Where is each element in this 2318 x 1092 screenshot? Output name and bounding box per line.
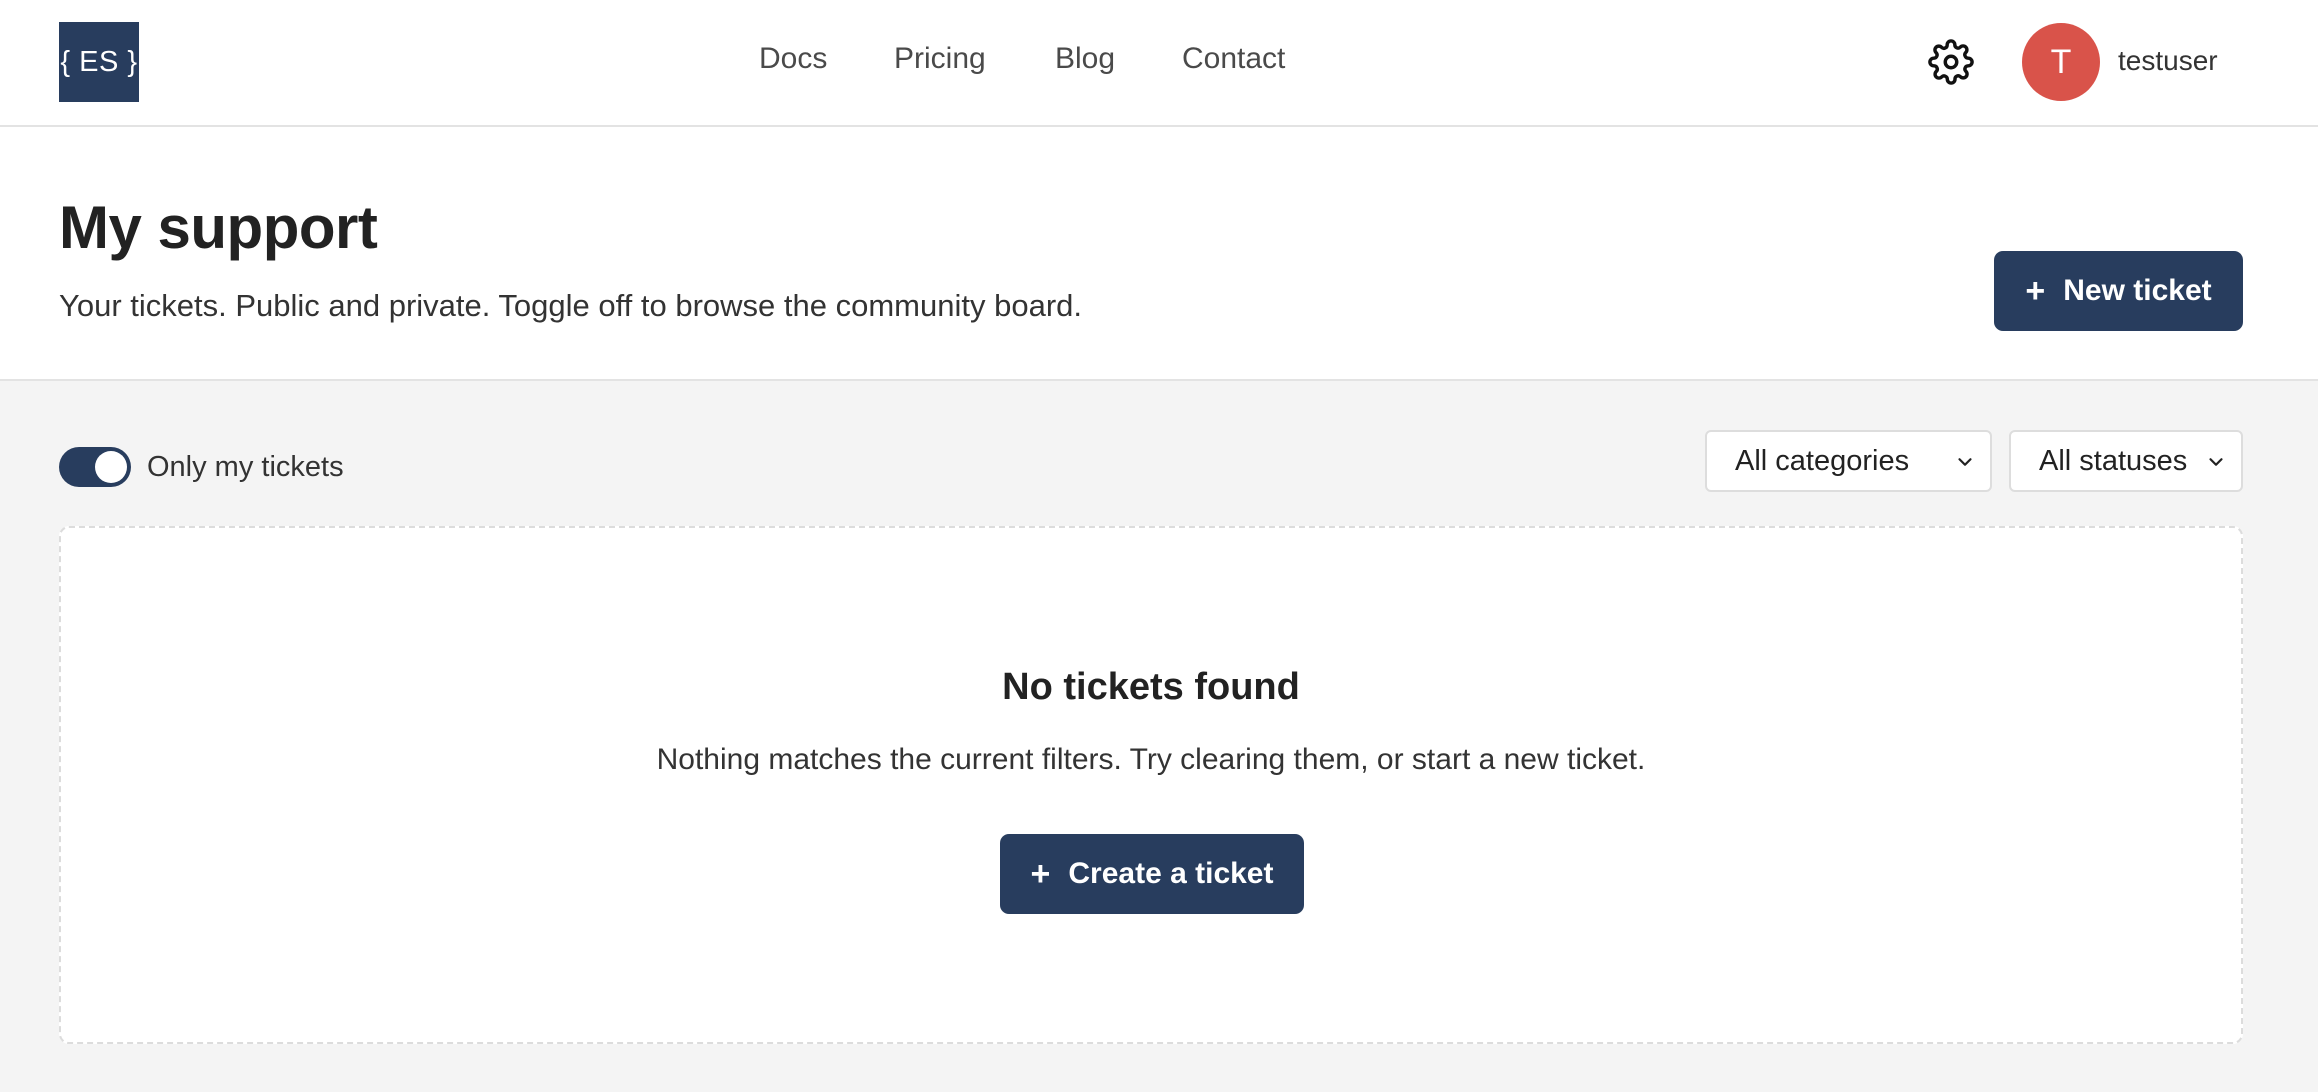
empty-state-description: Nothing matches the current filters. Try…: [656, 743, 1646, 776]
toggle-label: Only my tickets: [147, 450, 344, 483]
toggle-knob: [95, 451, 127, 483]
nav-link-contact[interactable]: Contact: [1182, 42, 1285, 76]
empty-state-title: No tickets found: [1002, 666, 1300, 708]
nav-link-docs[interactable]: Docs: [759, 42, 827, 76]
toggle-switch[interactable]: [59, 447, 131, 487]
nav-link-blog[interactable]: Blog: [1055, 42, 1115, 76]
avatar[interactable]: T: [2022, 23, 2100, 101]
chevron-down-icon: [1958, 458, 1972, 466]
top-navbar: { ES } Docs Pricing Blog Contact T testu…: [0, 0, 2318, 127]
status-select-value: All statuses: [2039, 444, 2188, 477]
plus-icon: +: [1030, 855, 1051, 893]
plus-icon: +: [2025, 272, 2046, 310]
status-select[interactable]: All statuses: [2009, 430, 2243, 492]
page-title: My support: [59, 194, 378, 261]
chevron-down-icon: [2209, 458, 2223, 466]
empty-state-panel: No tickets found Nothing matches the cur…: [59, 526, 2243, 1044]
page-subtitle: Your tickets. Public and private. Toggle…: [59, 288, 1082, 323]
settings-button[interactable]: [1926, 37, 1976, 87]
username[interactable]: testuser: [2118, 45, 2218, 77]
create-ticket-label: Create a ticket: [1068, 857, 1274, 890]
create-ticket-button[interactable]: + Create a ticket: [1000, 834, 1304, 914]
category-select-value: All categories: [1735, 444, 1910, 477]
new-ticket-button[interactable]: + New ticket: [1994, 251, 2243, 331]
only-my-tickets-toggle[interactable]: Only my tickets: [59, 447, 344, 487]
page-header: My support Your tickets. Public and priv…: [0, 127, 2318, 381]
new-ticket-label: New ticket: [2063, 274, 2212, 307]
nav-link-pricing[interactable]: Pricing: [894, 42, 986, 76]
gear-icon: [1928, 39, 1974, 85]
category-select[interactable]: All categories: [1705, 430, 1992, 492]
